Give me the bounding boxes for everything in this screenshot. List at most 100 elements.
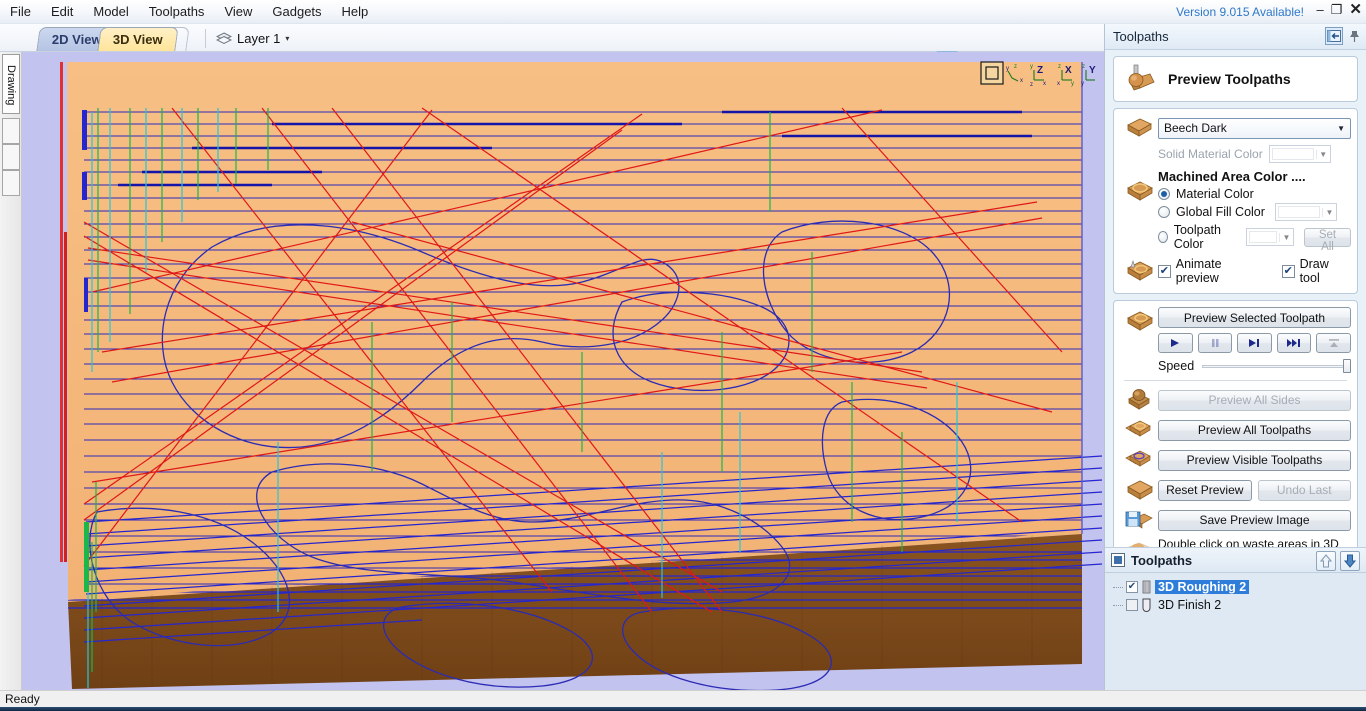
- preview-selected-toolpath-button[interactable]: Preview Selected Toolpath: [1158, 307, 1351, 328]
- menu-item-help[interactable]: Help: [332, 1, 379, 22]
- reset-preview-icon: [1120, 477, 1158, 503]
- menu-item-edit[interactable]: Edit: [41, 1, 83, 22]
- slider-track: [1202, 365, 1351, 368]
- svg-text:y: y: [1006, 66, 1009, 72]
- toolpaths-list-icon: [1111, 553, 1125, 567]
- version-available-link[interactable]: Version 9.015 Available!: [1176, 5, 1304, 19]
- play-button[interactable]: [1158, 333, 1193, 353]
- draw-tool-checkbox[interactable]: ✔ Draw tool: [1281, 257, 1351, 285]
- os-taskbar[interactable]: [0, 707, 1366, 711]
- svg-text:z: z: [1058, 64, 1061, 70]
- preview-all-sides-button[interactable]: Preview All Sides: [1158, 389, 1351, 411]
- layer-selector[interactable]: Layer 1 ▾: [216, 29, 289, 48]
- dock-button-1[interactable]: [2, 118, 20, 144]
- speed-slider[interactable]: [1202, 358, 1351, 374]
- set-all-button[interactable]: Set All: [1303, 227, 1351, 253]
- move-down-arrow[interactable]: [1340, 551, 1360, 571]
- layers-icon: [216, 31, 232, 44]
- dock-button-2[interactable]: [2, 144, 20, 170]
- save-preview-image-icon: [1120, 507, 1158, 533]
- tree-connector: [1113, 586, 1123, 588]
- auto-hide-icon[interactable]: [1325, 27, 1343, 45]
- minimize-button[interactable]: –: [1317, 3, 1324, 17]
- solid-material-color-picker[interactable]: ▼: [1268, 145, 1331, 163]
- chevron-down-icon: ▼: [1278, 232, 1293, 242]
- global-fill-color-picker[interactable]: ▼: [1274, 203, 1337, 221]
- window-controls: – ❐ ✕: [1317, 2, 1362, 17]
- preview-toolpaths-form-header: Preview Toolpaths: [1113, 56, 1358, 102]
- move-up-arrow[interactable]: [1316, 551, 1336, 571]
- status-bar: Ready: [0, 690, 1366, 707]
- preview-visible-toolpaths-icon: [1120, 447, 1158, 473]
- menu-item-toolpaths[interactable]: Toolpaths: [139, 1, 215, 22]
- sidebar-tab-drawing[interactable]: Drawing: [2, 54, 20, 114]
- menu-item-file[interactable]: File: [0, 1, 41, 22]
- toolpath-name[interactable]: 3D Roughing 2: [1155, 580, 1250, 594]
- animation-transport-controls: [1158, 333, 1351, 353]
- preview-all-toolpaths-icon: [1120, 417, 1158, 443]
- panel-title: Toolpaths: [1113, 29, 1169, 44]
- preview-all-toolpaths-button[interactable]: Preview All Toolpaths: [1158, 419, 1351, 441]
- menu-item-view[interactable]: View: [214, 1, 262, 22]
- material-block-icon: [1120, 115, 1158, 141]
- pause-button[interactable]: [1197, 333, 1233, 353]
- chevron-down-icon: ▼: [1337, 123, 1345, 133]
- radio-toolpath-color[interactable]: Toolpath Color ▼ Set All: [1158, 223, 1351, 253]
- machined-area-icon: [1120, 167, 1158, 205]
- toolpath-name[interactable]: 3D Finish 2: [1155, 598, 1224, 612]
- toolpaths-panel: Toolpaths Preview Toolpaths Beech Dark ▼…: [1104, 24, 1366, 694]
- restore-button[interactable]: ❐: [1331, 3, 1343, 17]
- speed-label: Speed: [1158, 359, 1195, 373]
- dock-button-3[interactable]: [2, 170, 20, 196]
- preview-all-sides-icon: [1120, 387, 1158, 413]
- radio-toolpath-color-label: Toolpath Color: [1173, 223, 1221, 251]
- tab-3d-label: 3D View: [112, 32, 163, 47]
- 3d-viewport[interactable]: y z x y z x Z z x y X z y Y: [22, 52, 1104, 690]
- menu-item-model[interactable]: Model: [83, 1, 138, 22]
- flat-endmill-icon: [1142, 580, 1151, 593]
- toolpath-visibility-checkbox[interactable]: ✔: [1126, 581, 1138, 593]
- material-select-value: Beech Dark: [1164, 121, 1227, 135]
- speed-control: Speed: [1158, 358, 1351, 374]
- tab-2d-label: 2D View: [51, 32, 102, 47]
- radio-material-color[interactable]: Material Color: [1158, 187, 1351, 201]
- preview-visible-toolpaths-button[interactable]: Preview Visible Toolpaths: [1158, 449, 1351, 471]
- list-item[interactable]: ✔ 3D Roughing 2: [1109, 578, 1362, 596]
- animate-preview-icon: [1120, 258, 1158, 284]
- animate-preview-label: Animate preview: [1175, 257, 1222, 285]
- material-select[interactable]: Beech Dark ▼: [1158, 117, 1351, 139]
- step-button[interactable]: [1237, 333, 1272, 353]
- pin-icon[interactable]: [1347, 27, 1361, 45]
- preview-selected-icon: [1120, 307, 1158, 335]
- radio-indicator: [1158, 231, 1168, 243]
- fast-forward-button[interactable]: [1276, 333, 1312, 353]
- animate-preview-checkbox[interactable]: ✔ Animate preview: [1158, 257, 1266, 285]
- toolpath-visibility-checkbox[interactable]: [1126, 599, 1138, 611]
- svg-text:y: y: [1071, 81, 1074, 87]
- radio-global-fill-color-label: Global Fill Color: [1176, 205, 1265, 219]
- toolpaths-list-header: Toolpaths: [1105, 547, 1366, 573]
- menu-bar: File Edit Model Toolpaths View Gadgets H…: [0, 0, 1366, 24]
- undo-last-button[interactable]: Undo Last: [1257, 479, 1351, 501]
- toolbar-divider: [205, 29, 206, 48]
- toolpaths-list[interactable]: ✔ 3D Roughing 2 3D Finish 2: [1105, 573, 1366, 694]
- radio-global-fill-color[interactable]: Global Fill Color ▼: [1158, 203, 1351, 221]
- preview-toolpaths-icon: [1128, 64, 1155, 91]
- close-window-button[interactable]: ✕: [1349, 2, 1362, 17]
- svg-text:X: X: [1065, 65, 1072, 76]
- radio-indicator: [1158, 206, 1170, 218]
- list-item[interactable]: 3D Finish 2: [1109, 596, 1362, 614]
- save-preview-image-button[interactable]: Save Preview Image: [1158, 509, 1351, 531]
- svg-text:z: z: [1030, 82, 1033, 88]
- finish-button[interactable]: [1316, 333, 1351, 353]
- tree-connector: [1113, 604, 1123, 606]
- reset-preview-button[interactable]: Reset Preview: [1158, 479, 1252, 501]
- divider: [1124, 380, 1347, 381]
- toolpath-order-buttons: [1316, 551, 1360, 571]
- tab-3d-view[interactable]: 3D View: [97, 27, 179, 51]
- toolpath-color-picker[interactable]: ▼: [1245, 228, 1294, 246]
- menu-item-gadgets[interactable]: Gadgets: [262, 1, 331, 22]
- slider-thumb[interactable]: [1343, 359, 1351, 373]
- view-axis-widget[interactable]: y z x y z x Z z x y X z y Y: [980, 58, 1098, 92]
- svg-text:x: x: [1057, 81, 1060, 87]
